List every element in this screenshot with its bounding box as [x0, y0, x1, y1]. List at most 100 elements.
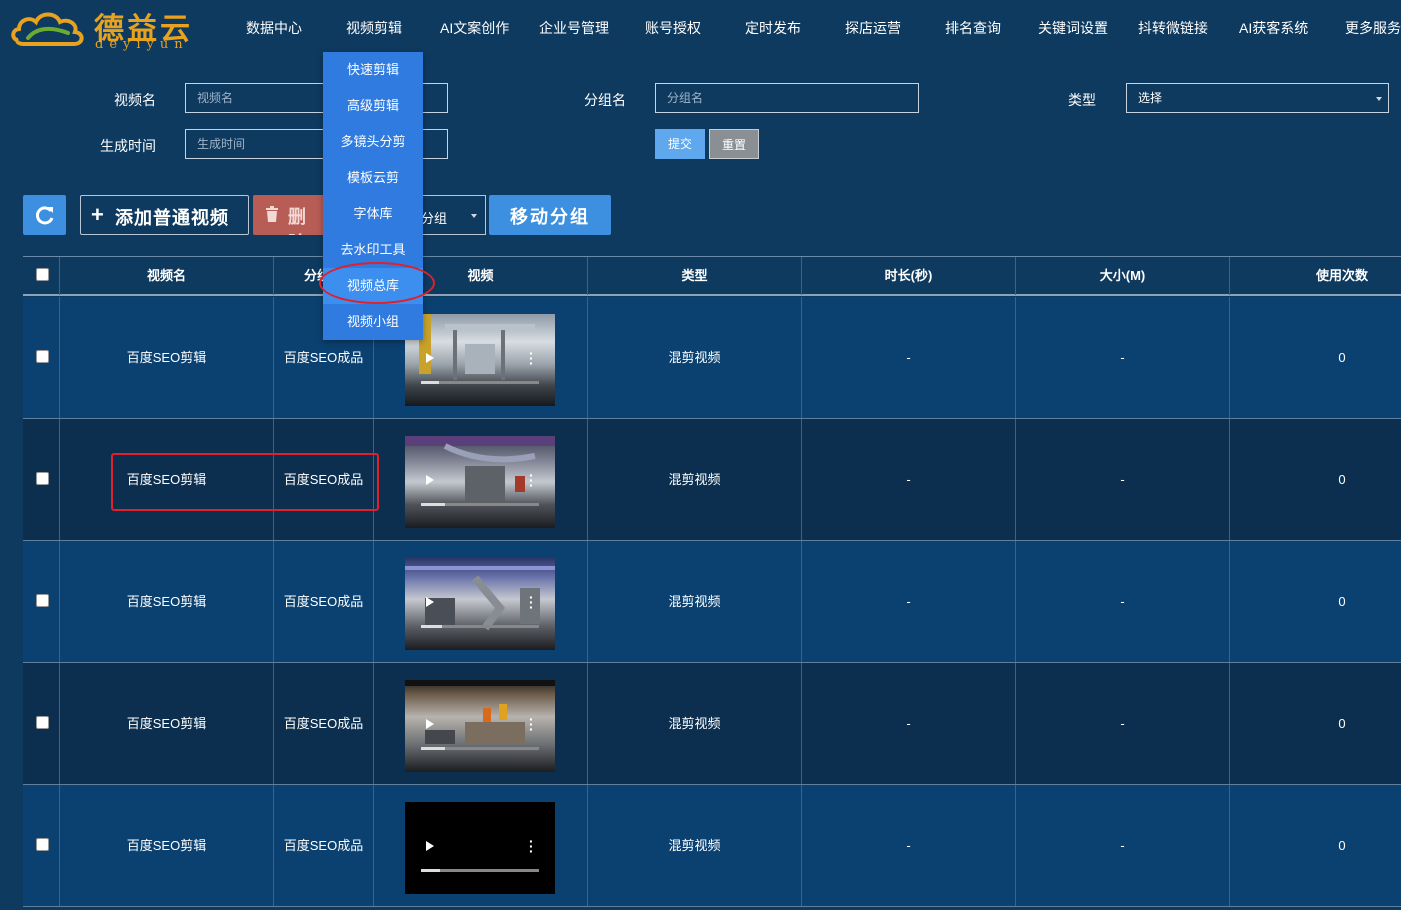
cell-uses: 0	[1229, 419, 1401, 540]
brand-name-en: deyiyun	[95, 37, 189, 52]
play-icon[interactable]	[426, 597, 434, 607]
video-progress-bar[interactable]	[421, 625, 539, 628]
cell-size: -	[1015, 785, 1229, 906]
header-uses[interactable]: 使用次数	[1229, 257, 1401, 295]
row-checkbox[interactable]	[36, 350, 49, 363]
refresh-button[interactable]	[23, 195, 66, 235]
menu-item-video-library[interactable]: 视频总库	[323, 268, 423, 304]
nav-data-center[interactable]: 数据中心	[246, 18, 302, 38]
group-select-label: 分组	[421, 211, 448, 226]
video-progress-bar[interactable]	[421, 747, 539, 750]
cell-type: 混剪视频	[587, 785, 801, 906]
header-type[interactable]: 类型	[587, 257, 801, 295]
cell-duration: -	[801, 541, 1015, 662]
chevron-down-icon	[471, 214, 477, 218]
video-progress-bar[interactable]	[421, 503, 539, 506]
play-icon[interactable]	[426, 841, 434, 851]
cell-video-name: 百度SEO剪辑	[59, 541, 273, 662]
group-name-input[interactable]	[655, 83, 919, 113]
cell-uses: 0	[1229, 663, 1401, 784]
menu-item-template-cloud[interactable]: 模板云剪	[323, 160, 423, 196]
cell-group-name: 百度SEO成品	[273, 419, 373, 540]
header-duration[interactable]: 时长(秒)	[801, 257, 1015, 295]
nav-store-visit[interactable]: 探店运营	[845, 18, 901, 38]
more-options-icon[interactable]: · · ·	[529, 834, 534, 858]
video-progress-fill	[421, 503, 445, 506]
trash-icon	[266, 206, 278, 222]
nav-ai-copywriting[interactable]: AI文案创作	[440, 18, 509, 38]
delete-button[interactable]: 删除	[253, 195, 325, 235]
type-select-value: 选择	[1138, 91, 1163, 105]
more-options-icon[interactable]: · · ·	[529, 590, 534, 614]
add-video-button[interactable]: + 添加普通视频	[80, 195, 249, 235]
table-row: 百度SEO剪辑 百度SEO成品 · · · 混剪视频 - - 0	[23, 419, 1401, 541]
video-progress-bar[interactable]	[421, 381, 539, 384]
video-progress-fill	[421, 625, 443, 628]
cell-video-name: 百度SEO剪辑	[59, 419, 273, 540]
video-name-label: 视频名	[114, 92, 156, 108]
video-player[interactable]: · · ·	[405, 314, 555, 406]
cell-uses: 0	[1229, 541, 1401, 662]
brand-logo[interactable]: 德益云 deyiyun	[10, 4, 205, 54]
type-select[interactable]: 选择	[1126, 83, 1389, 113]
cell-group-name: 百度SEO成品	[273, 663, 373, 784]
select-all-checkbox[interactable]	[36, 268, 49, 281]
header-video-name[interactable]: 视频名	[59, 257, 273, 295]
more-options-icon[interactable]: · · ·	[529, 712, 534, 736]
group-name-label: 分组名	[584, 92, 626, 108]
nav-more-services[interactable]: 更多服务	[1345, 18, 1401, 38]
cell-video-name: 百度SEO剪辑	[59, 785, 273, 906]
cell-group-name: 百度SEO成品	[273, 541, 373, 662]
cell-size: -	[1015, 541, 1229, 662]
video-edit-dropdown: 快速剪辑 高级剪辑 多镜头分剪 模板云剪 字体库 去水印工具 视频总库 视频小组	[323, 52, 423, 340]
row-checkbox[interactable]	[36, 716, 49, 729]
nav-ai-acquisition[interactable]: AI获客系统	[1239, 18, 1308, 38]
submit-button[interactable]: 提交	[655, 129, 705, 159]
header-size[interactable]: 大小(M)	[1015, 257, 1229, 295]
menu-item-advanced-edit[interactable]: 高级剪辑	[323, 88, 423, 124]
play-icon[interactable]	[426, 719, 434, 729]
row-checkbox[interactable]	[36, 472, 49, 485]
nav-keywords[interactable]: 关键词设置	[1038, 18, 1108, 38]
group-select[interactable]: 分组	[415, 195, 486, 235]
cell-size: -	[1015, 419, 1229, 540]
nav-enterprise-account[interactable]: 企业号管理	[539, 18, 609, 38]
cell-video-name: 百度SEO剪辑	[59, 663, 273, 784]
menu-item-font-library[interactable]: 字体库	[323, 196, 423, 232]
nav-ranking[interactable]: 排名查询	[945, 18, 1001, 38]
table-row: 百度SEO剪辑 百度SEO成品 · · · 混剪视频 - - 0	[23, 663, 1401, 785]
play-icon[interactable]	[426, 475, 434, 485]
nav-douyin-wechat-link[interactable]: 抖转微链接	[1138, 18, 1208, 38]
reset-button[interactable]: 重置	[709, 129, 759, 159]
move-group-label: 移动分组	[510, 207, 590, 227]
play-icon[interactable]	[426, 353, 434, 363]
menu-item-video-group[interactable]: 视频小组	[323, 304, 423, 340]
nav-scheduled-publish[interactable]: 定时发布	[745, 18, 801, 38]
cell-duration: -	[801, 297, 1015, 418]
row-checkbox[interactable]	[36, 838, 49, 851]
video-progress-fill	[421, 869, 440, 872]
video-player[interactable]: · · ·	[405, 802, 555, 894]
more-options-icon[interactable]: · · ·	[529, 346, 534, 370]
video-player[interactable]: · · ·	[405, 558, 555, 650]
cell-uses: 0	[1229, 785, 1401, 906]
menu-item-watermark-tool[interactable]: 去水印工具	[323, 232, 423, 268]
video-player[interactable]: · · ·	[405, 680, 555, 772]
cell-type: 混剪视频	[587, 663, 801, 784]
nav-video-edit[interactable]: 视频剪辑	[346, 18, 402, 38]
chevron-down-icon	[1376, 97, 1382, 101]
video-progress-bar[interactable]	[421, 869, 539, 872]
table-row: 百度SEO剪辑 百度SEO成品 · · · 混剪视频 - - 0	[23, 297, 1401, 419]
move-group-button[interactable]: 移动分组	[489, 195, 611, 235]
nav-account-auth[interactable]: 账号授权	[645, 18, 701, 38]
refresh-icon	[36, 206, 54, 225]
plus-icon: +	[91, 202, 104, 227]
more-options-icon[interactable]: · · ·	[529, 468, 534, 492]
cloud-logo-icon	[11, 12, 84, 46]
menu-item-multi-camera[interactable]: 多镜头分剪	[323, 124, 423, 160]
cell-size: -	[1015, 663, 1229, 784]
menu-item-quick-edit[interactable]: 快速剪辑	[323, 52, 423, 88]
video-player[interactable]: · · ·	[405, 436, 555, 528]
row-checkbox[interactable]	[36, 594, 49, 607]
delete-label: 删除	[288, 207, 307, 235]
